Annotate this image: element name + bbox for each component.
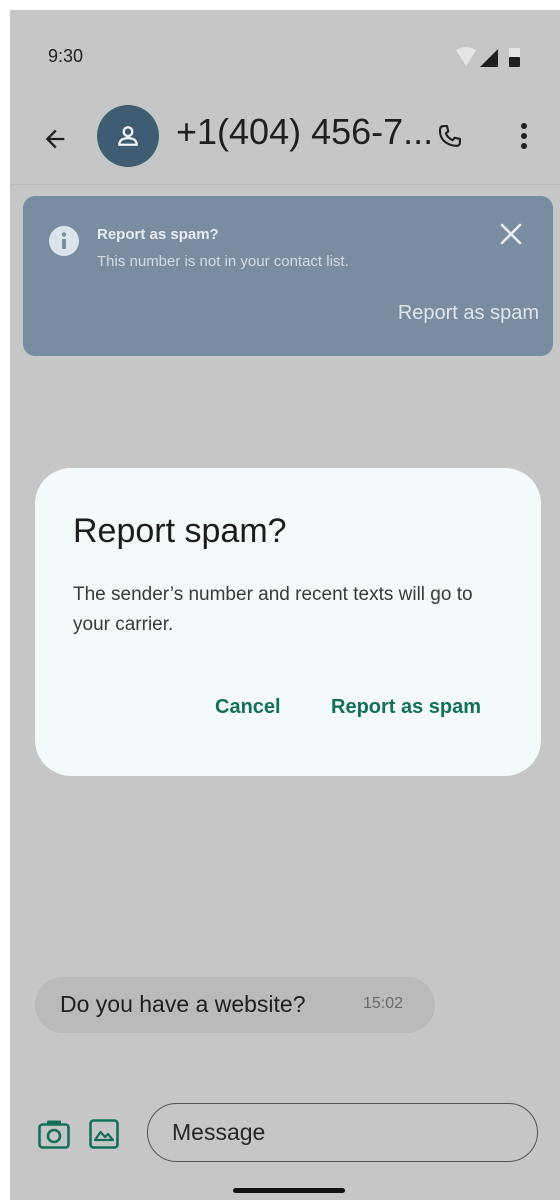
banner-report-button[interactable]: Report as spam [398, 302, 539, 325]
dialog-title: Report spam? [73, 512, 287, 550]
report-as-spam-button[interactable]: Report as spam [331, 696, 481, 719]
contact-avatar[interactable] [97, 105, 159, 167]
close-icon [500, 223, 522, 245]
back-button[interactable] [32, 116, 78, 162]
camera-icon [38, 1120, 70, 1149]
status-icons [454, 46, 530, 70]
camera-button[interactable] [36, 1116, 72, 1152]
battery-icon [509, 48, 520, 67]
gallery-icon [89, 1119, 119, 1149]
app-bar-divider [10, 184, 560, 185]
contact-title[interactable]: +1(404) 456-7... [176, 111, 433, 153]
banner-close-button[interactable] [493, 216, 529, 252]
call-button[interactable] [428, 114, 472, 158]
phone-screen: 9:30 +1(404) 456-7... Report as spam? Th… [10, 10, 560, 1200]
app-bar: +1(404) 456-7... [10, 102, 560, 184]
person-icon [118, 126, 138, 146]
signal-icon [480, 49, 498, 67]
message-input[interactable]: Message [147, 1103, 538, 1162]
more-options-button[interactable] [504, 114, 544, 158]
dialog-body: The sender’s number and recent texts wil… [73, 584, 473, 635]
banner-subtitle: This number is not in your contact list. [97, 253, 349, 270]
message-bubble[interactable]: Do you have a website? 15:02 [35, 977, 435, 1033]
info-icon [49, 226, 79, 256]
more-vert-icon [521, 123, 527, 149]
message-time: 15:02 [363, 995, 404, 1012]
banner-title: Report as spam? [97, 226, 219, 243]
cancel-button[interactable]: Cancel [215, 696, 281, 719]
message-input-placeholder: Message [172, 1119, 266, 1145]
message-text: Do you have a website? [60, 991, 306, 1017]
wifi-icon [456, 47, 476, 66]
home-indicator[interactable] [233, 1188, 345, 1193]
status-bar: 9:30 [10, 10, 560, 98]
spam-banner: Report as spam? This number is not in yo… [23, 196, 553, 356]
status-time: 9:30 [48, 46, 84, 66]
report-spam-dialog: Report spam? The sender’s number and rec… [35, 468, 541, 776]
arrow-back-icon [45, 129, 65, 149]
gallery-button[interactable] [86, 1116, 122, 1152]
phone-icon [438, 125, 461, 147]
